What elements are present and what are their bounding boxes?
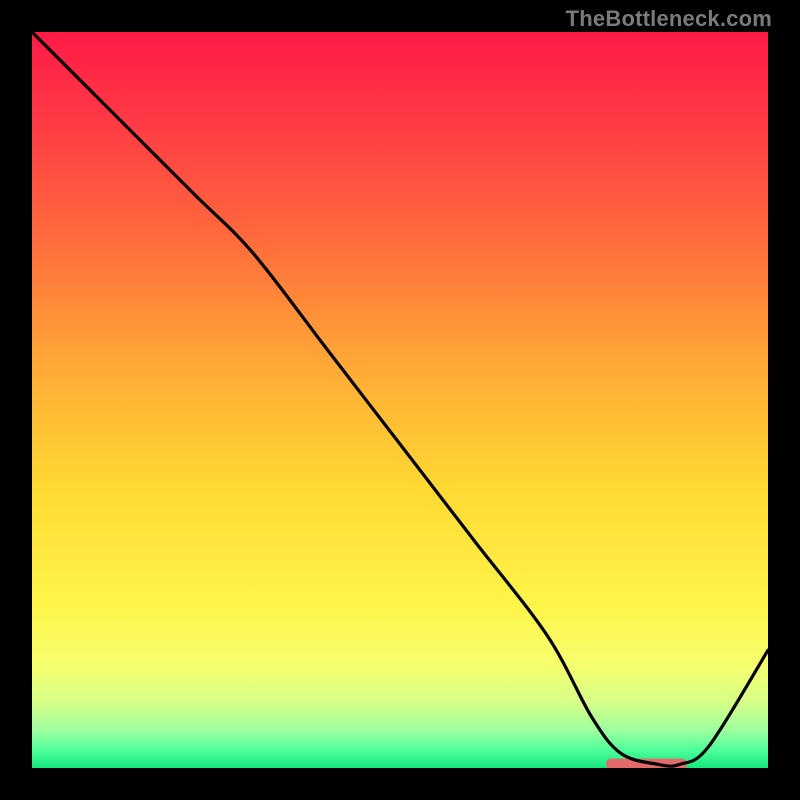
chart-stage: TheBottleneck.com <box>0 0 800 800</box>
bottleneck-chart <box>32 32 768 768</box>
watermark-text: TheBottleneck.com <box>566 6 772 32</box>
